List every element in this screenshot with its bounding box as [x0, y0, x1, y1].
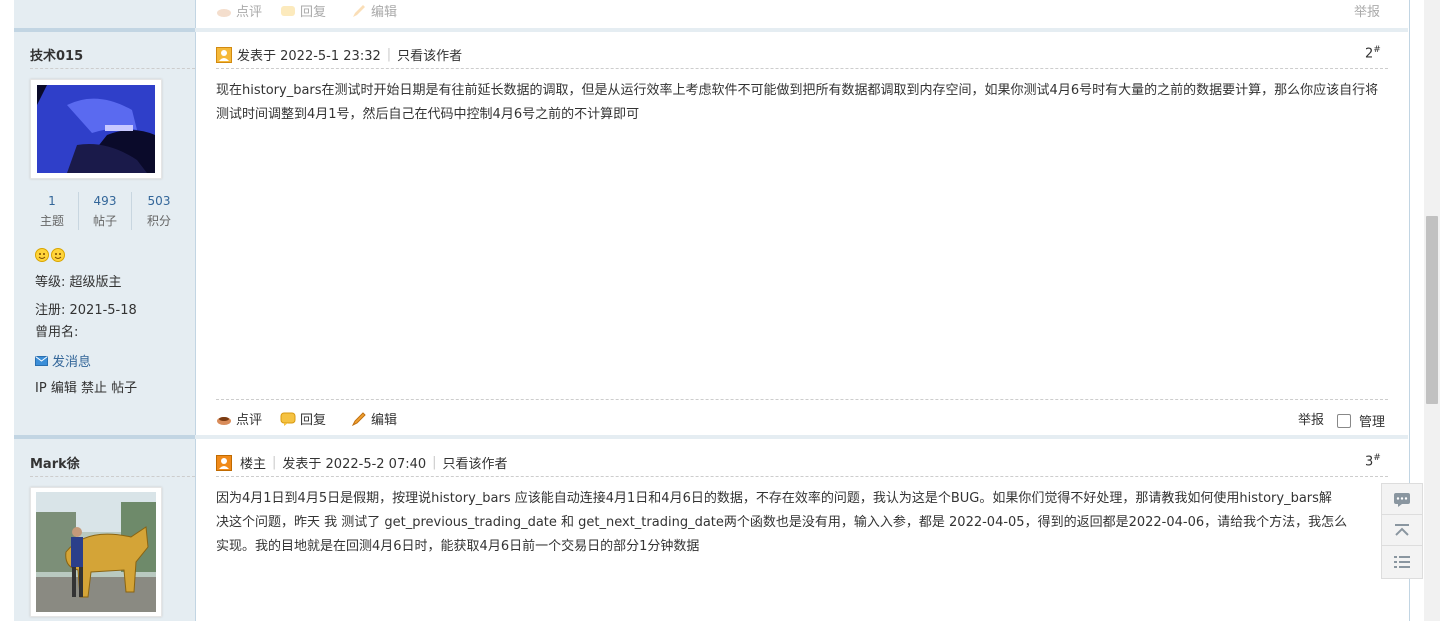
author-name[interactable]: Mark徐 [30, 453, 80, 472]
prev-report-link[interactable]: 举报 [1354, 1, 1380, 20]
alias-label: 曾用名: [35, 325, 79, 340]
comment-icon [1394, 493, 1410, 507]
edit-label: 编辑 [371, 413, 398, 428]
prev-rate-label: 点评 [236, 5, 263, 20]
stat-posts[interactable]: 493 帖子 [79, 194, 131, 229]
meta-separator: | [272, 455, 277, 470]
reply-label: 回复 [300, 413, 327, 428]
author-name[interactable]: 技术015 [30, 45, 83, 64]
post-separator [14, 435, 1408, 439]
prev-edit-label: 编辑 [371, 5, 398, 20]
stat-topics[interactable]: 1 主题 [26, 194, 78, 229]
ban-link[interactable]: 禁止 [81, 381, 107, 396]
stat-value: 493 [93, 194, 117, 208]
owner-badge: 楼主 [240, 457, 267, 472]
post-separator [14, 28, 1408, 32]
manage-checkbox[interactable] [1337, 413, 1351, 428]
rate-action[interactable]: 点评 [216, 409, 262, 428]
pencil-icon [351, 4, 367, 18]
divider [30, 68, 195, 69]
content-line: 因为4月1日到4月5日是假期，按理说history_bars 应该能自动连接4月… [216, 491, 1332, 506]
stat-points[interactable]: 503 积分 [133, 194, 185, 229]
list-icon [1394, 556, 1410, 568]
prev-rate-action[interactable]: 点评 [216, 1, 262, 20]
stat-value: 503 [147, 194, 171, 208]
prev-reply-label: 回复 [300, 5, 327, 20]
stat-value: 1 [48, 194, 56, 208]
avatar[interactable] [30, 79, 162, 179]
manage-control[interactable]: 管理 [1337, 411, 1385, 430]
admin-links: IP 编辑 禁止 帖子 [35, 377, 137, 396]
only-author-link[interactable]: 只看该作者 [397, 45, 462, 64]
prev-edit-action[interactable]: 编辑 [351, 1, 397, 20]
arrow-up-icon [1395, 524, 1409, 536]
coffee-cup-icon [216, 412, 232, 426]
send-message-label: 发消息 [52, 355, 92, 370]
rate-label: 点评 [236, 413, 263, 428]
stat-label: 主题 [39, 214, 64, 228]
ip-link[interactable]: IP [35, 381, 47, 396]
post-date: 发表于 2022-5-2 07:40 [282, 457, 427, 472]
pencil-icon [351, 411, 367, 426]
report-link[interactable]: 举报 [1298, 409, 1324, 428]
back-to-top-button[interactable] [1381, 514, 1423, 548]
meta-separator: | [432, 455, 437, 470]
medal-icons [35, 247, 69, 267]
user-level: 等级: 超级版主 [35, 275, 122, 290]
post-content: 现在history_bars在测试时开始日期是有往前延长数据的调取，但是从运行效… [216, 83, 1379, 122]
prev-reply-action[interactable]: 回复 [280, 1, 326, 20]
edit-user-link[interactable]: 编辑 [51, 381, 77, 396]
online-user-icon [216, 46, 232, 63]
floor-mark: # [1373, 45, 1381, 55]
post-date: 发表于 2022-5-1 23:32 [237, 49, 381, 64]
return-to-list-button[interactable] [1381, 545, 1423, 579]
avatar[interactable] [30, 487, 162, 617]
content-line: 决这个问题，昨天 我 测试了 get_previous_trading_date… [216, 515, 1348, 530]
quick-reply-button[interactable] [1381, 483, 1423, 517]
header-divider [216, 68, 1388, 69]
coffee-cup-icon [216, 4, 232, 18]
post-content: 因为4月1日到4月5日是假期，按理说history_bars 应该能自动连接4月… [216, 487, 1388, 559]
edit-action[interactable]: 编辑 [351, 409, 397, 428]
stat-label: 帖子 [92, 214, 117, 228]
speech-bubble-icon [280, 4, 296, 18]
post-meta: 楼主 | 发表于 2022-5-2 07:40 | 只看该作者 [216, 453, 508, 472]
stat-divider [131, 192, 132, 230]
avatar-image [37, 85, 155, 173]
meta-separator: | [386, 47, 392, 62]
floor-number[interactable]: 2# [1365, 45, 1381, 61]
scrollbar-thumb[interactable] [1426, 216, 1438, 404]
post-meta: 发表于 2022-5-1 23:32 | 只看该作者 [216, 45, 462, 64]
manage-label: 管理 [1359, 415, 1386, 430]
floor-mark: # [1373, 453, 1381, 463]
footer-divider [216, 399, 1388, 400]
speech-bubble-icon [280, 412, 296, 426]
thread-owner-icon [216, 454, 232, 471]
register-date: 注册: 2021-5-18 [35, 303, 137, 318]
send-message-link[interactable]: 发消息 [35, 351, 91, 370]
header-divider [216, 476, 1388, 477]
floor-number[interactable]: 3# [1365, 453, 1381, 469]
smiley-medal-icon [35, 248, 65, 262]
user-posts-link[interactable]: 帖子 [111, 381, 137, 396]
content-line: 实现。我的目地就是在回测4月6日时，能获取4月6日前一个交易日的部分1分钟数据 [216, 539, 700, 554]
divider [30, 476, 195, 477]
only-author-link[interactable]: 只看该作者 [443, 453, 508, 472]
envelope-icon [35, 355, 48, 366]
stat-label: 积分 [146, 214, 171, 228]
reply-action[interactable]: 回复 [280, 409, 326, 428]
avatar-image [36, 492, 156, 612]
